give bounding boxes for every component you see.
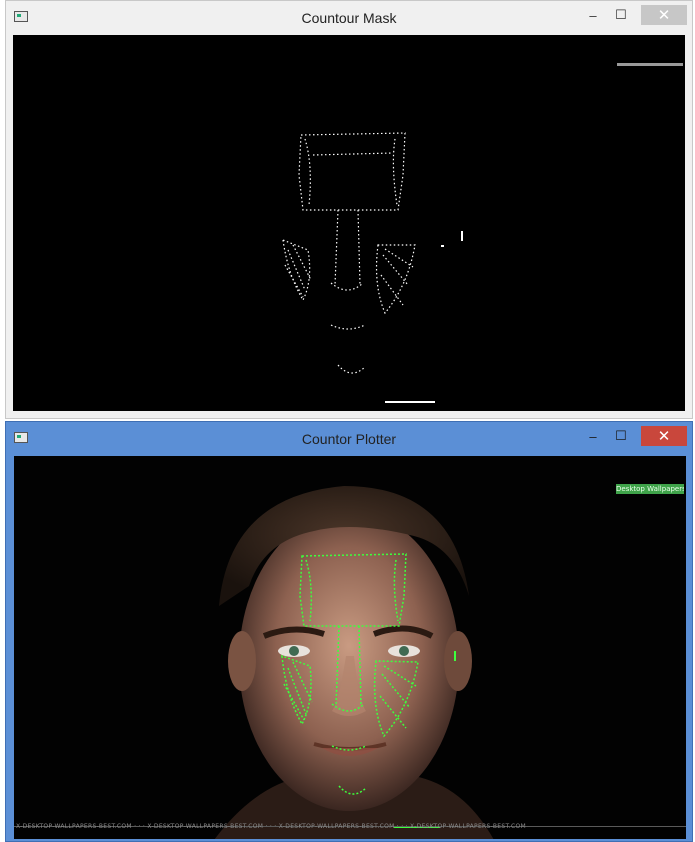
contour-plotter-window: Countor Plotter – ☐ ✕ Desktop Wallpapers… — [5, 421, 693, 842]
mask-canvas — [13, 35, 685, 411]
title-bar[interactable]: Countor Plotter – ☐ ✕ — [6, 422, 692, 454]
maximize-button[interactable]: ☐ — [608, 5, 634, 25]
minimize-button[interactable]: – — [580, 426, 606, 446]
contour-mask-window: Countour Mask – ☐ ✕ — [5, 0, 693, 419]
footer-watermark: X-DESKTOP-WALLPAPERS-BEST.COM · · · X-DE… — [16, 823, 526, 830]
minimize-button[interactable]: – — [580, 5, 606, 25]
watermark-badge: Desktop Wallpapers.Com — [616, 484, 684, 494]
maximize-button[interactable]: ☐ — [608, 426, 634, 446]
face-photo — [14, 456, 686, 839]
plotter-canvas: Desktop Wallpapers.Com X-DESKTOP-WALLPAP… — [14, 456, 686, 839]
title-bar[interactable]: Countour Mask – ☐ ✕ — [6, 1, 692, 33]
close-button[interactable]: ✕ — [641, 5, 687, 25]
contour-mask-image — [282, 63, 683, 403]
close-button[interactable]: ✕ — [641, 426, 687, 446]
